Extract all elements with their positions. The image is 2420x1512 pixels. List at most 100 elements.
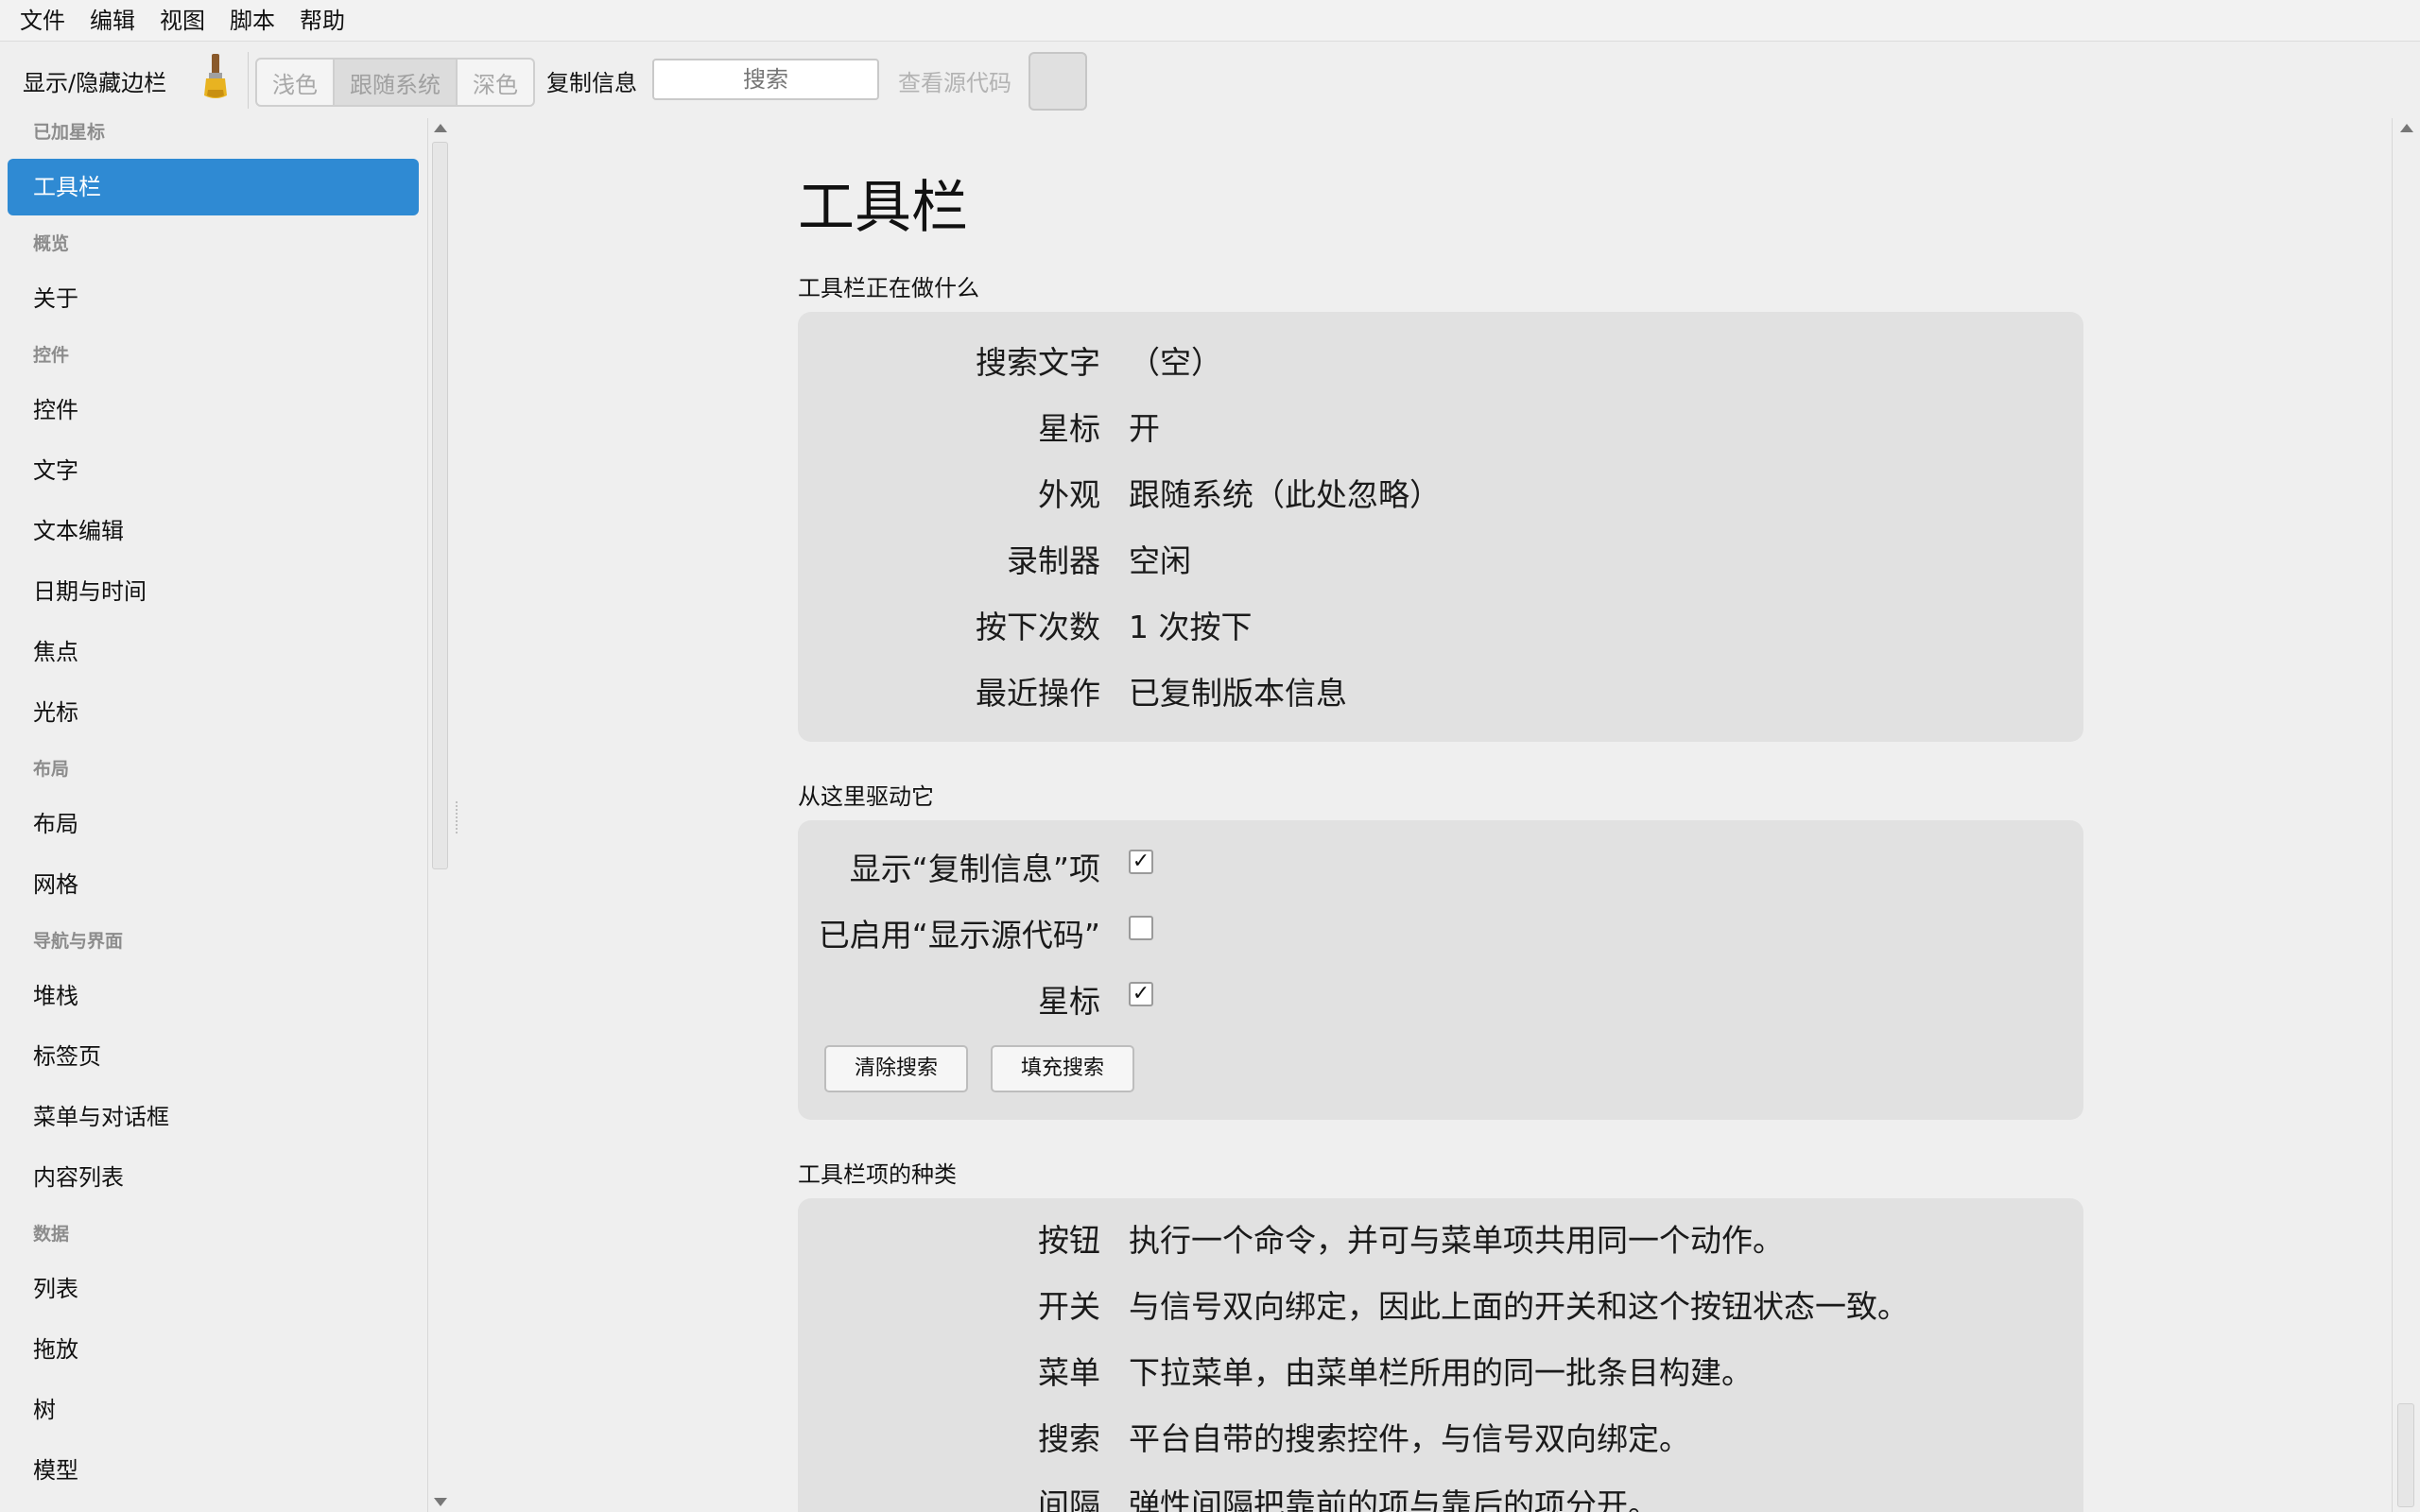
toolbar: 显示/隐藏边栏 浅色 跟随系统 深色 复制信息 查看源代码 — [0, 43, 2420, 118]
paintbrush-icon[interactable] — [199, 54, 233, 101]
kind-description: 执行一个命令，并可与菜单项共用同一个动作。 — [1129, 1222, 1784, 1259]
kind-row: 搜索 平台自带的搜索控件，与信号双向绑定。 — [798, 1414, 2083, 1470]
kind-label: 搜索 — [1038, 1420, 1100, 1457]
sidebar-item-tree[interactable]: 树 — [8, 1382, 419, 1438]
checkbox-label: 已启用“显示源代码” — [818, 917, 1100, 954]
toolbar-separator — [248, 52, 249, 109]
view-source-button[interactable]: 查看源代码 — [898, 64, 1011, 97]
sidebar-group-controls: 控件 — [33, 345, 70, 366]
kind-row: 间隔 弹性间隔把靠前的项与靠后的项分开。 — [798, 1480, 2083, 1512]
sidebar-item-drag-drop[interactable]: 拖放 — [8, 1321, 419, 1378]
menu-file[interactable]: 文件 — [8, 0, 78, 42]
status-value: 已复制版本信息 — [1129, 675, 1347, 712]
fill-search-button[interactable]: 填充搜索 — [991, 1045, 1135, 1092]
status-section-title: 工具栏正在做什么 — [798, 275, 979, 301]
scroll-up-arrow-icon[interactable] — [2400, 124, 2413, 132]
status-label: 外观 — [1038, 476, 1100, 513]
search-input[interactable] — [652, 59, 879, 100]
status-label: 搜索文字 — [976, 344, 1100, 381]
sidebar-scrollbar[interactable] — [427, 118, 452, 1512]
menu-script[interactable]: 脚本 — [217, 0, 287, 42]
main-scroll-thumb[interactable] — [2397, 1403, 2414, 1507]
drive-panel: 显示“复制信息”项 ✓ 已启用“显示源代码” 星标 ✓ 清除搜索 填充搜索 — [798, 820, 2083, 1120]
status-value: 空闲 — [1129, 542, 1191, 579]
show-copy-info-checkbox[interactable]: ✓ — [1129, 850, 1153, 874]
status-panel: 搜索文字 （空） 星标 开 外观 跟随系统（此处忽略） 录制器 空闲 按下次数 … — [798, 312, 2083, 742]
status-value: 跟随系统（此处忽略） — [1129, 476, 1441, 513]
enable-show-source-checkbox[interactable] — [1129, 916, 1153, 940]
star-checkbox[interactable]: ✓ — [1129, 982, 1153, 1006]
kind-description: 平台自带的搜索控件，与信号双向绑定。 — [1129, 1420, 1690, 1457]
clear-search-button[interactable]: 清除搜索 — [824, 1045, 969, 1092]
star-toggle-button[interactable] — [1028, 52, 1087, 111]
sidebar-item-model[interactable]: 模型 — [8, 1442, 419, 1499]
button-row: 清除搜索 填充搜索 — [798, 1045, 2083, 1102]
kind-label: 菜单 — [1038, 1354, 1100, 1391]
status-row: 按下次数 1 次按下 — [798, 602, 2083, 659]
kind-label: 按钮 — [1038, 1222, 1100, 1259]
checkbox-label: 显示“复制信息”项 — [849, 850, 1100, 887]
status-row: 最近操作 已复制版本信息 — [798, 668, 2083, 725]
appearance-light-button[interactable]: 浅色 — [255, 58, 335, 107]
sidebar-scroll-thumb[interactable] — [432, 142, 448, 869]
sidebar-item-text[interactable]: 文字 — [8, 442, 419, 499]
status-label: 星标 — [1038, 410, 1100, 447]
sidebar-item-grid[interactable]: 网格 — [8, 856, 419, 913]
copy-info-button[interactable]: 复制信息 — [546, 64, 637, 97]
kind-row: 开关 与信号双向绑定，因此上面的开关和这个按钮状态一致。 — [798, 1281, 2083, 1338]
menubar: 文件 编辑 视图 脚本 帮助 — [0, 0, 2420, 42]
status-row: 录制器 空闲 — [798, 536, 2083, 593]
status-row: 外观 跟随系统（此处忽略） — [798, 470, 2083, 526]
kind-label: 间隔 — [1038, 1486, 1100, 1512]
status-label: 按下次数 — [976, 609, 1100, 645]
sidebar-item-layout[interactable]: 布局 — [8, 796, 419, 852]
kind-description: 下拉菜单，由菜单栏所用的同一批条目构建。 — [1129, 1354, 1753, 1391]
sidebar-group-overview: 概览 — [33, 233, 70, 254]
menu-edit[interactable]: 编辑 — [78, 0, 147, 42]
status-value: 1 次按下 — [1129, 609, 1253, 645]
sidebar-item-cursor[interactable]: 光标 — [8, 684, 419, 741]
sidebar-item-toolbar[interactable]: 工具栏 — [8, 159, 419, 215]
page-title: 工具栏 — [798, 175, 968, 241]
sidebar-item-list[interactable]: 列表 — [8, 1261, 419, 1317]
sidebar-item-about[interactable]: 关于 — [8, 270, 419, 327]
kinds-panel: 按钮 执行一个命令，并可与菜单项共用同一个动作。 开关 与信号双向绑定，因此上面… — [798, 1198, 2083, 1512]
sidebar-group-layout: 布局 — [33, 759, 70, 780]
sidebar-group-starred: 已加星标 — [33, 122, 106, 143]
sidebar-item-menus-dialogs[interactable]: 菜单与对话框 — [8, 1089, 419, 1145]
checkbox-row: 星标 ✓ — [798, 976, 2083, 1033]
appearance-segmented-control[interactable]: 浅色 跟随系统 深色 — [255, 58, 535, 107]
status-row: 搜索文字 （空） — [798, 337, 2083, 394]
status-value: 开 — [1129, 410, 1160, 447]
kind-row: 菜单 下拉菜单，由菜单栏所用的同一批条目构建。 — [798, 1348, 2083, 1404]
kind-description: 与信号双向绑定，因此上面的开关和这个按钮状态一致。 — [1129, 1288, 1909, 1325]
splitter-handle[interactable] — [456, 801, 459, 833]
checkbox-label: 星标 — [1038, 983, 1100, 1020]
status-value: （空） — [1129, 344, 1222, 381]
sidebar-item-controls[interactable]: 控件 — [8, 382, 419, 438]
sidebar-group-data: 数据 — [33, 1224, 70, 1245]
appearance-system-button[interactable]: 跟随系统 — [335, 58, 458, 107]
sidebar-item-tabs[interactable]: 标签页 — [8, 1028, 419, 1085]
kinds-section-title: 工具栏项的种类 — [798, 1161, 957, 1188]
toggle-sidebar-button[interactable]: 显示/隐藏边栏 — [23, 64, 166, 97]
main-scrollbar[interactable] — [2392, 118, 2420, 1512]
status-label: 录制器 — [1007, 542, 1100, 579]
appearance-dark-button[interactable]: 深色 — [458, 58, 535, 107]
sidebar-item-focus[interactable]: 焦点 — [8, 624, 419, 680]
kind-label: 开关 — [1038, 1288, 1100, 1325]
sidebar-item-date-time[interactable]: 日期与时间 — [8, 563, 419, 620]
sidebar: 已加星标 工具栏 概览 关于 控件 控件 文字 文本编辑 日期与时间 焦点 光标… — [0, 118, 427, 1512]
scroll-up-arrow-icon[interactable] — [434, 124, 447, 132]
kind-description: 弹性间隔把靠前的项与靠后的项分开。 — [1129, 1486, 1659, 1512]
scroll-down-arrow-icon[interactable] — [434, 1498, 447, 1506]
status-row: 星标 开 — [798, 404, 2083, 460]
sidebar-group-navigation: 导航与界面 — [33, 931, 124, 952]
sidebar-item-text-edit[interactable]: 文本编辑 — [8, 503, 419, 559]
sidebar-item-stack[interactable]: 堆栈 — [8, 968, 419, 1024]
drive-section-title: 从这里驱动它 — [798, 783, 934, 810]
main-content: 工具栏 工具栏正在做什么 搜索文字 （空） 星标 开 外观 跟随系统（此处忽略）… — [463, 118, 2392, 1512]
menu-help[interactable]: 帮助 — [287, 0, 357, 42]
sidebar-item-content-list[interactable]: 内容列表 — [8, 1149, 419, 1206]
menu-view[interactable]: 视图 — [147, 0, 217, 42]
